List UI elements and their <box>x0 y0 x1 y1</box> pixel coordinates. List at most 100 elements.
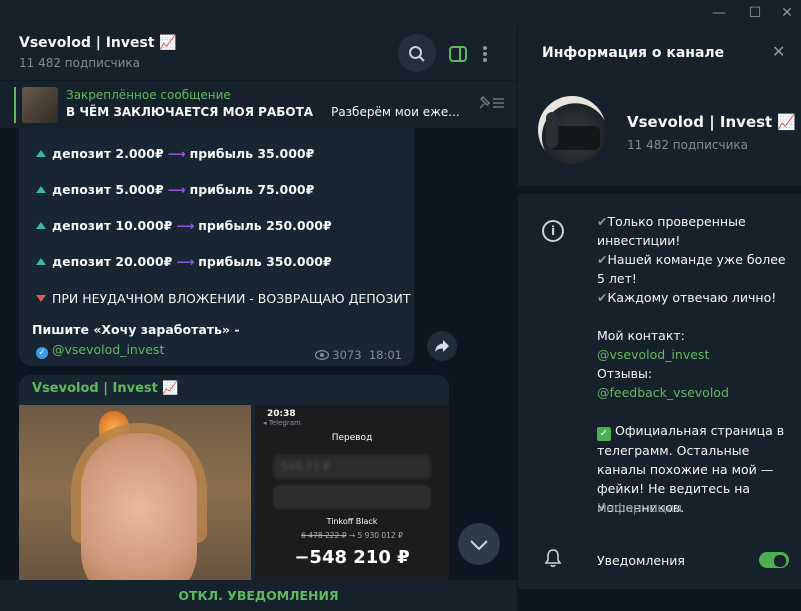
close-window-icon[interactable]: ✕ <box>776 2 798 24</box>
maximize-icon[interactable]: ☐ <box>744 2 766 24</box>
arrow-icon: ⟶ <box>176 254 195 269</box>
more-button[interactable] <box>473 34 497 72</box>
pinned-preview-bold: В ЧЁМ ЗАКЛЮЧАЕТСЯ МОЯ РАБОТА <box>66 105 314 119</box>
message-meta: 3073 18:01 <box>314 348 402 362</box>
warning-text: ПРИ НЕУДАЧНОМ ВЛОЖЕНИИ - ВОЗВРАЩАЮ ДЕПОЗ… <box>52 291 411 306</box>
phone-amount-box: 550,73 ₽ <box>273 455 431 479</box>
pinned-preview: В ЧЁМ ЗАКЛЮЧАЕТСЯ МОЯ РАБОТА Разберём мои… <box>66 105 460 119</box>
profit-text: прибыль 35.000₽ <box>189 146 315 161</box>
channel-description: ✔Только проверенные инвестиции! ✔Нашей к… <box>597 212 787 517</box>
notifications-toggle[interactable] <box>759 552 789 568</box>
reviews-label: Отзывы: <box>597 366 653 381</box>
up-triangle-icon <box>36 258 46 265</box>
desc-text: Каждому отвечаю лично! <box>607 290 777 305</box>
profit-text: прибыль 75.000₽ <box>189 182 315 197</box>
balance-new: 5 930 012 ₽ <box>357 531 403 540</box>
contact-link[interactable]: @vsevolod_invest <box>597 345 787 364</box>
share-icon <box>435 340 449 352</box>
profit-row: депозит 20.000₽ ⟶ прибыль 350.000₽ <box>36 254 332 269</box>
views-count: 3073 <box>332 348 362 362</box>
mute-notifications-button[interactable]: ОТКЛ. УВЕДОМЛЕНИЯ <box>0 580 517 611</box>
info-icon: i <box>542 220 564 242</box>
channel-name: Vsevolod | Invest 📈 <box>627 113 797 131</box>
deposit-text: депозит 10.000₽ <box>52 218 173 233</box>
message-author[interactable]: Vsevolod | Invest 📈 <box>32 381 179 396</box>
chevron-down-icon <box>470 539 488 550</box>
up-triangle-icon <box>36 150 46 157</box>
check-icon: ✔ <box>597 214 608 229</box>
check-icon: ✔ <box>597 252 608 267</box>
share-button[interactable] <box>427 331 457 361</box>
message-time: 18:01 <box>368 348 402 362</box>
phone-app-label: ◂ Telegram <box>263 419 301 427</box>
section-divider <box>518 186 801 194</box>
profit-row: депозит 10.000₽ ⟶ прибыль 250.000₽ <box>36 218 332 233</box>
profit-text: прибыль 350.000₽ <box>198 254 332 269</box>
handle-link[interactable]: ✓ @vsevolod_invest <box>36 342 164 359</box>
phone-balance: 6 478 222 ₽ → 5 930 012 ₽ <box>301 531 403 540</box>
notifications-label: Уведомления <box>597 553 685 568</box>
scroll-down-button[interactable] <box>458 523 500 565</box>
phone-field-box <box>273 485 431 509</box>
pin-list-icon[interactable] <box>479 95 505 114</box>
reviews-line: Отзывы: @feedback_vsevolod <box>597 364 787 402</box>
pinned-message[interactable]: Закреплённое сообщение В ЧЁМ ЗАКЛЮЧАЕТСЯ… <box>0 80 517 128</box>
verified-icon: ✓ <box>36 347 48 359</box>
close-panel-icon[interactable]: ✕ <box>772 42 785 61</box>
desc-line: ✔Только проверенные инвестиции! <box>597 212 787 250</box>
arrow-icon: ⟶ <box>167 182 186 197</box>
phone-sum: −548 210 ₽ <box>294 547 410 568</box>
sidebar-icon <box>449 45 467 62</box>
warning-row: ПРИ НЕУДАЧНОМ ВЛОЖЕНИИ - ВОЗВРАЩАЮ ДЕПОЗ… <box>36 291 410 306</box>
balance-old: 6 478 222 ₽ <box>301 531 347 540</box>
profit-text: прибыль 250.000₽ <box>198 218 332 233</box>
check-icon: ✔ <box>597 290 608 305</box>
deposit-text: депозит 2.000₽ <box>52 146 164 161</box>
search-button[interactable] <box>398 34 436 72</box>
views-eye-icon <box>314 350 329 360</box>
channel-info-panel: Информация о канале ✕ Vsevolod | Invest … <box>517 26 801 611</box>
chat-title[interactable]: Vsevolod | Invest 📈 <box>19 35 177 51</box>
desc-text: Только проверенные инвестиции! <box>597 214 746 248</box>
green-check-icon: ✓ <box>597 427 611 441</box>
pinned-indicator <box>14 87 16 123</box>
channel-subscribers: 11 482 подписчика <box>627 138 749 152</box>
search-icon <box>409 45 425 62</box>
more-vertical-icon <box>483 45 487 62</box>
up-triangle-icon <box>36 222 46 229</box>
channel-avatar[interactable] <box>538 96 606 164</box>
chat-header[interactable]: Vsevolod | Invest 📈 11 482 подписчика <box>0 26 517 80</box>
reviews-link[interactable]: @feedback_vsevolod <box>597 385 729 400</box>
panel-title: Информация о канале <box>542 45 725 61</box>
bell-icon <box>544 548 562 572</box>
desc-line: ✔Нашей команде уже более 5 лет! <box>597 250 787 288</box>
down-triangle-icon <box>36 295 46 302</box>
pinned-label: Закреплённое сообщение <box>66 88 231 102</box>
description-label: Информация <box>597 500 683 515</box>
handle-text[interactable]: @vsevolod_invest <box>52 342 164 357</box>
message-bubble[interactable]: депозит 2.000₽ ⟶ прибыль 35.000₽ депозит 5… <box>19 128 414 366</box>
title-bar: — ☐ ✕ <box>0 0 801 26</box>
deposit-text: депозит 5.000₽ <box>52 182 164 197</box>
bottom-divider <box>518 589 801 611</box>
arrow-icon: ⟶ <box>167 146 186 161</box>
profit-row: депозит 2.000₽ ⟶ прибыль 35.000₽ <box>36 146 314 161</box>
cta-text: Пишите «Хочу заработать» - <box>32 322 240 337</box>
minimize-icon[interactable]: — <box>708 2 730 24</box>
message-bubble[interactable]: Vsevolod | Invest 📈 20:38 ◂ Telegram Пер… <box>19 375 449 611</box>
arrow-icon: ⟶ <box>176 218 195 233</box>
desc-text: Нашей команде уже более 5 лет! <box>597 252 786 286</box>
phone-heading: Перевод <box>331 433 373 443</box>
deposit-text: депозит 20.000₽ <box>52 254 173 269</box>
desc-line: ✔Каждому отвечаю лично! <box>597 288 787 307</box>
man-shape <box>546 112 558 148</box>
pinned-preview-rest: Разберём мои еже... <box>331 105 460 119</box>
contact-label: Мой контакт: <box>597 328 685 343</box>
face-shape <box>81 433 197 603</box>
phone-time: 20:38 <box>267 409 296 419</box>
chat-area: Vsevolod | Invest 📈 11 482 подписчика За… <box>0 26 517 611</box>
sidebar-toggle-button[interactable] <box>439 34 477 72</box>
phone-bank: Tinkoff Black <box>326 517 378 526</box>
